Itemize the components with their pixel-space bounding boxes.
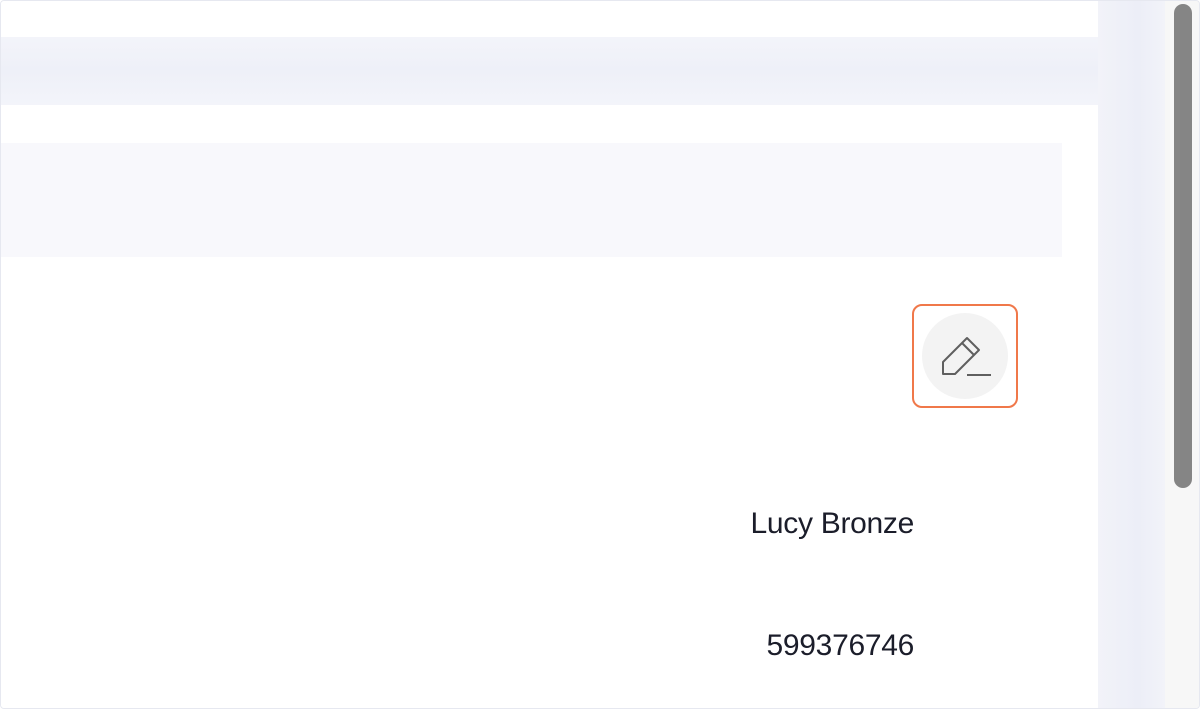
- page-right-gutter: [1098, 1, 1165, 708]
- page-header-band: [1, 37, 1098, 105]
- profile-card-header: [1, 143, 1062, 257]
- edit-profile-button[interactable]: [912, 304, 1018, 408]
- pencil-edit-icon: [942, 337, 991, 376]
- profile-number-value: 599376746: [766, 629, 915, 662]
- profile-card: Lucy Bronze 599376746: [1, 105, 1098, 708]
- scrollbar-thumb[interactable]: [1174, 4, 1192, 488]
- profile-name-value: Lucy Bronze: [750, 507, 915, 540]
- edit-button-circle: [922, 313, 1008, 399]
- page-top-strip: [1, 1, 1098, 37]
- browser-viewport: Lucy Bronze 599376746: [0, 0, 1200, 709]
